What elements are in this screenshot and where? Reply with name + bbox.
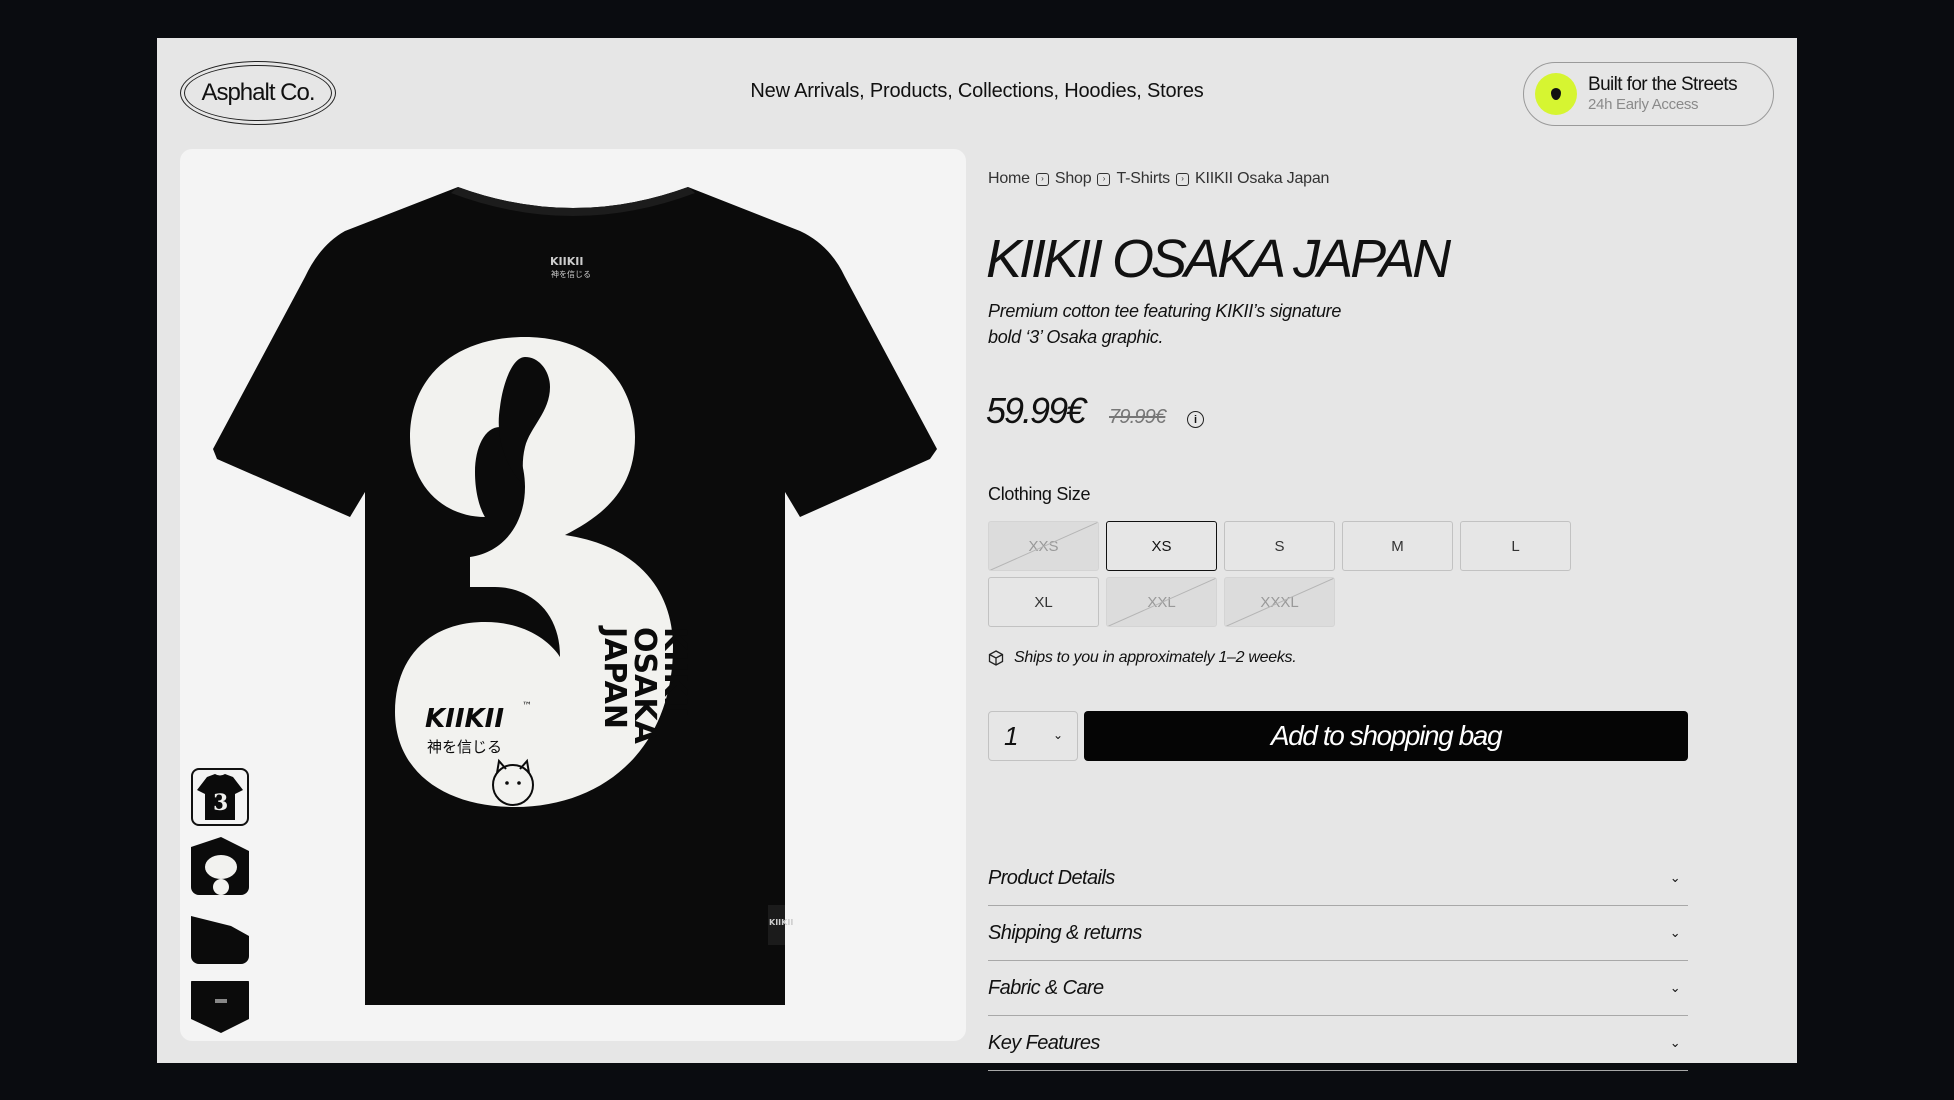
chevron-down-icon: ⌄ (1669, 870, 1681, 885)
nav-hoodies[interactable]: Hoodies (1064, 80, 1136, 102)
product-gallery: KIIKII ™ 神を信じる KIIKII OSAKA JAPAN KIIKII… (180, 149, 966, 1041)
product-description: Premium cotton tee featuring KIKII’s sig… (988, 301, 1342, 347)
neck-label-japanese: 神を信じる (551, 269, 591, 279)
size-option-l[interactable]: L (1460, 521, 1571, 571)
nav-products[interactable]: Products (870, 80, 948, 102)
accordion-label: Shipping & returns (988, 921, 1142, 944)
product-title: KIIKII OSAKA JAPAN (986, 229, 1451, 289)
product-price: 59.99€ (986, 390, 1086, 431)
size-option-xxl[interactable]: XXL (1106, 577, 1217, 627)
chevron-right-icon: › (1097, 172, 1111, 186)
info-icon[interactable]: i (1187, 411, 1204, 428)
size-option-xs[interactable]: XS (1106, 521, 1217, 571)
accordion-shipping-returns[interactable]: Shipping & returns ⌄ (988, 906, 1688, 961)
nav-stores[interactable]: Stores (1147, 80, 1204, 102)
breadcrumb-home[interactable]: Home (988, 170, 1030, 188)
size-option-xl[interactable]: XL (988, 577, 1099, 627)
nav-separator: , (947, 80, 958, 102)
nav-separator: , (1053, 80, 1065, 102)
accordion-product-details[interactable]: Product Details ⌄ (988, 851, 1688, 906)
size-option-m[interactable]: M (1342, 521, 1453, 571)
size-option-xxs[interactable]: XXS (988, 521, 1099, 571)
chevron-right-icon: › (1176, 172, 1189, 186)
shipping-text: Ships to you in approximately 1–2 weeks. (1014, 649, 1297, 666)
shipping-estimate: Ships to you in approximately 1–2 weeks. (988, 649, 1297, 667)
brand-logo-text: Asphalt Co. (201, 79, 315, 106)
page-frame: Asphalt Co. New Arrivals, Products, Coll… (157, 38, 1797, 1071)
promo-subtitle: 24h Early Access (1588, 96, 1699, 113)
product-image: KIIKII ™ 神を信じる KIIKII OSAKA JAPAN KIIKII… (213, 187, 937, 1005)
add-to-bag-button[interactable]: Add to shopping bag (1084, 711, 1688, 761)
graphic-side-text-3: JAPAN (597, 625, 632, 729)
breadcrumb-current[interactable]: KIIKII Osaka Japan (1195, 170, 1329, 188)
nav-separator: , (859, 80, 870, 102)
chevron-down-icon: ⌄ (1669, 980, 1681, 995)
breadcrumb-tshirts[interactable]: T-Shirts (1116, 170, 1170, 188)
size-option-s[interactable]: S (1224, 521, 1335, 571)
accordion-label: Product Details (988, 866, 1115, 889)
accordion-label: Key Features (988, 1031, 1100, 1054)
accordion-label: Fabric & Care (988, 976, 1104, 999)
thumbnail-front[interactable]: 3 (191, 768, 249, 826)
flame-icon (1535, 73, 1577, 115)
early-access-badge[interactable]: Built for the Streets 24h Early Access (1523, 62, 1774, 126)
thumbnail-number: 3 (213, 790, 228, 816)
graphic-brand-text: KIIKII (425, 704, 504, 734)
accordion-fabric-care[interactable]: Fabric & Care ⌄ (988, 961, 1688, 1016)
quantity-value: 1 (1004, 720, 1019, 751)
graphic-japanese-text: 神を信じる (427, 738, 502, 756)
size-selector: XXS XS S M L XL XXL XXXL (988, 521, 1688, 627)
chevron-right-icon: › (1035, 172, 1049, 186)
breadcrumb-shop[interactable]: Shop (1055, 170, 1092, 188)
package-icon (988, 650, 1004, 666)
brand-logo[interactable]: Asphalt Co. (180, 61, 336, 125)
breadcrumb: Home › Shop › T-Shirts › KIIKII Osaka Ja… (988, 170, 1329, 188)
size-option-xxxl[interactable]: XXXL (1224, 577, 1335, 627)
thumbnail-back[interactable] (191, 975, 249, 1033)
thumbnail-folded[interactable] (191, 906, 249, 964)
hem-tag-text: KIIKII (769, 918, 793, 927)
chevron-down-icon: ⌄ (1052, 728, 1063, 742)
thumbnail-list: 3 (191, 768, 249, 1033)
graphic-tm: ™ (522, 701, 532, 712)
promo-title: Built for the Streets (1588, 74, 1738, 95)
neck-label-text: KIIKII (550, 255, 583, 268)
nav-new-arrivals[interactable]: New Arrivals (750, 80, 859, 102)
accordion-key-features[interactable]: Key Features ⌄ (988, 1016, 1688, 1071)
chevron-down-icon: ⌄ (1669, 925, 1681, 940)
size-label: Clothing Size (988, 484, 1091, 504)
quantity-select[interactable]: 1 ⌄ (988, 711, 1078, 761)
nav-separator: , (1136, 80, 1147, 102)
thumbnail-detail-print[interactable] (191, 837, 249, 895)
nav-collections[interactable]: Collections (958, 80, 1054, 102)
product-old-price: 79.99€ (1109, 406, 1166, 428)
chevron-down-icon: ⌄ (1669, 1035, 1681, 1050)
